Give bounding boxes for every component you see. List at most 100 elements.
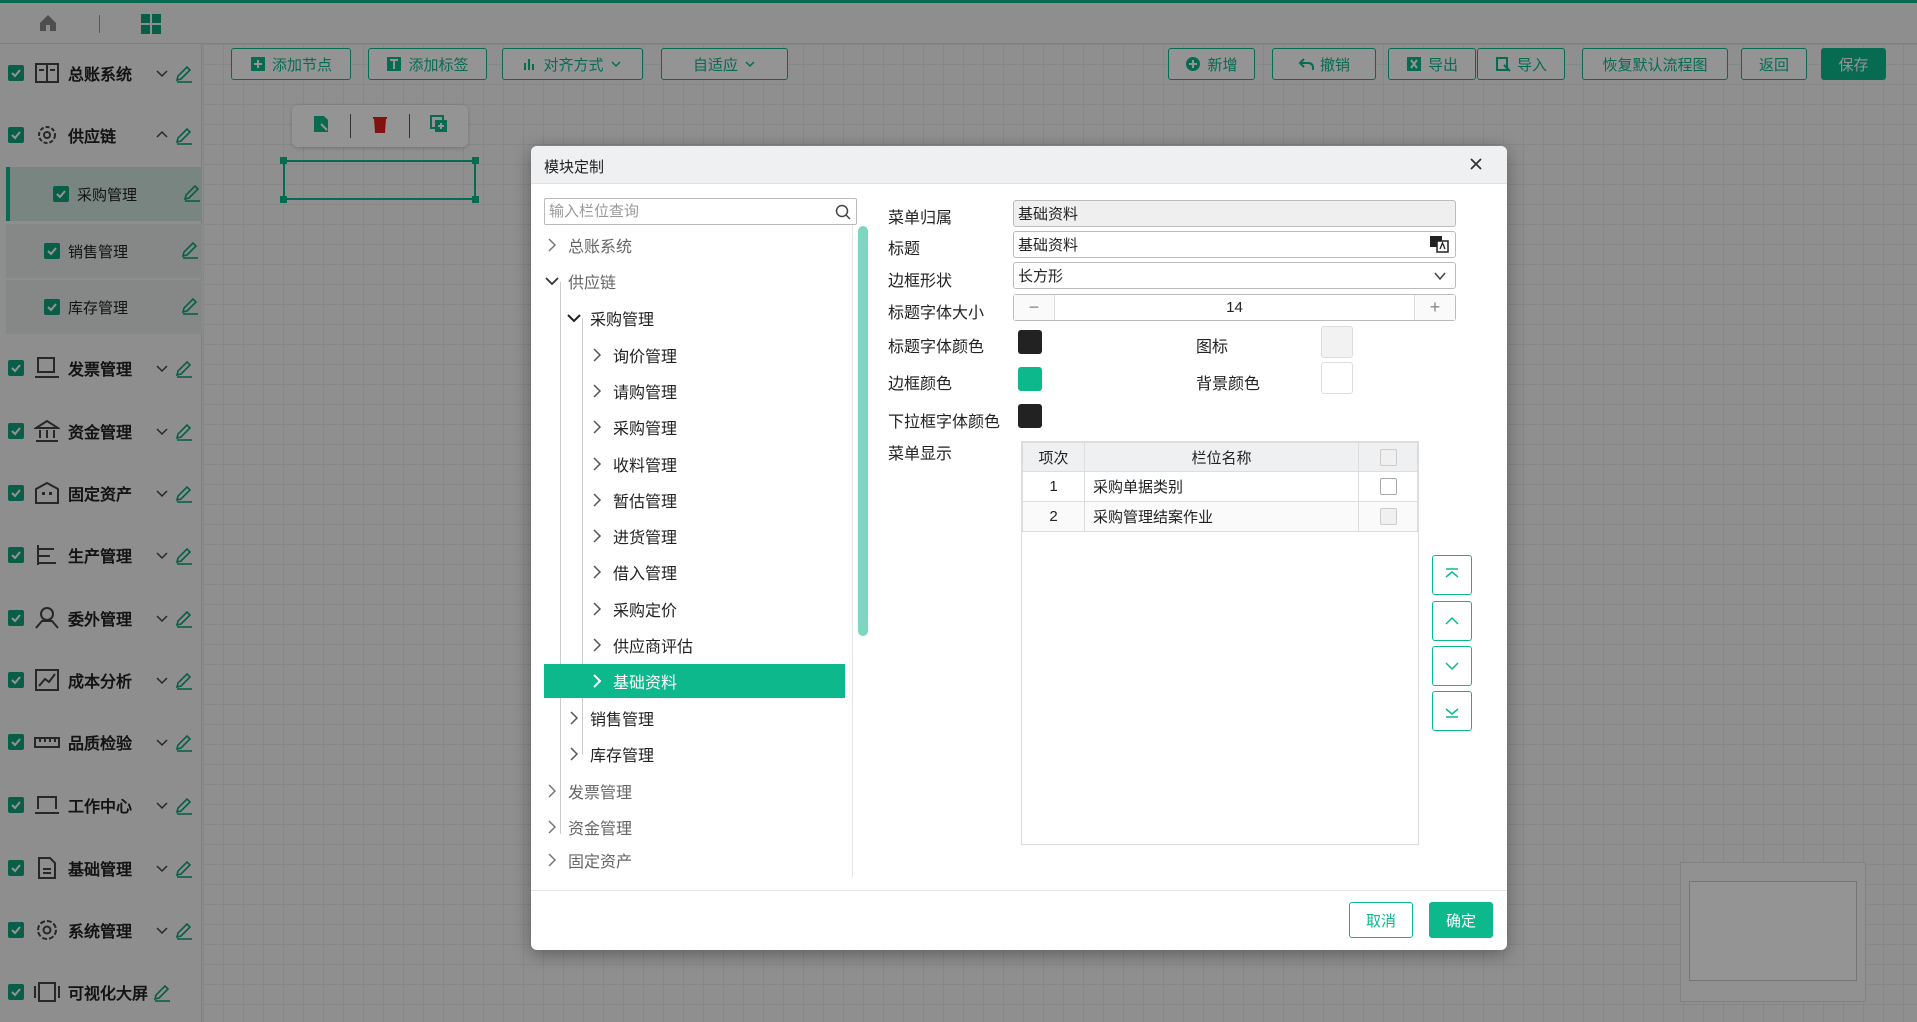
- row-checkbox[interactable]: [1379, 508, 1397, 526]
- table-row[interactable]: 1 采购单据类别: [1022, 471, 1418, 502]
- chevron-right-icon[interactable]: [544, 237, 560, 253]
- plus-icon[interactable]: +: [1415, 295, 1455, 320]
- select-all-checkbox[interactable]: [1379, 448, 1397, 466]
- tree-node-label: 采购管理: [613, 421, 678, 438]
- close-icon[interactable]: [1466, 154, 1486, 174]
- chevron-right-icon[interactable]: [589, 492, 605, 508]
- tree-node-label: 暂估管理: [613, 494, 678, 511]
- module-tree: 总账系统 供应链 采购管理 询价管理 请购管理 采购管理 收料管理 暂估管理: [544, 198, 868, 878]
- border-shape-value: 长方形: [1018, 268, 1064, 285]
- tree-scrollbar[interactable]: [858, 226, 868, 636]
- tree-node-label: 询价管理: [613, 349, 678, 366]
- dropdown-color-swatch[interactable]: [1018, 404, 1042, 428]
- row-checkbox[interactable]: [1379, 478, 1397, 496]
- row-index: 1: [1022, 471, 1085, 502]
- tree-node[interactable]: 借入管理: [589, 555, 854, 589]
- select-all-header[interactable]: [1358, 442, 1418, 472]
- table-row[interactable]: 2 采购管理结案作业: [1022, 501, 1418, 532]
- col-index-header[interactable]: 项次: [1022, 442, 1085, 472]
- tree-node[interactable]: 总账系统: [544, 228, 854, 262]
- menu-display-label: 菜单显示: [888, 446, 953, 463]
- row-name: 采购单据类别: [1084, 471, 1359, 502]
- tree-node[interactable]: 采购管理: [589, 410, 854, 444]
- chevron-right-icon[interactable]: [544, 852, 560, 868]
- move-bottom-icon: [1445, 708, 1459, 718]
- tree-node[interactable]: 资金管理: [544, 810, 854, 844]
- tree-node[interactable]: 进货管理: [589, 519, 854, 553]
- chevron-right-icon[interactable]: [566, 710, 582, 726]
- tree-node-label: 销售管理: [590, 712, 655, 729]
- chevron-down-icon[interactable]: [566, 310, 582, 326]
- chevron-right-icon[interactable]: [589, 673, 605, 689]
- tree-node[interactable]: 采购定价: [589, 592, 854, 626]
- chevron-right-icon[interactable]: [589, 601, 605, 617]
- chevron-down-icon: [1445, 662, 1459, 671]
- tree-guide-line: [560, 282, 561, 834]
- tree-node-label: 进货管理: [613, 530, 678, 547]
- chevron-down-icon[interactable]: [1433, 269, 1447, 287]
- tree-node-label: 固定资产: [568, 854, 633, 871]
- move-top-button[interactable]: [1432, 555, 1472, 595]
- tree-node-label: 总账系统: [568, 239, 633, 256]
- tree-node[interactable]: 请购管理: [589, 374, 854, 408]
- search-icon[interactable]: [835, 204, 851, 225]
- row-index: 2: [1022, 501, 1085, 532]
- tree-node[interactable]: 固定资产: [544, 847, 854, 873]
- font-size-stepper[interactable]: − 14 +: [1013, 294, 1456, 321]
- chevron-right-icon[interactable]: [589, 564, 605, 580]
- dropdown-color-label: 下拉框字体颜色: [888, 414, 1001, 431]
- chevron-right-icon[interactable]: [589, 347, 605, 363]
- tree-search-input[interactable]: [544, 198, 857, 225]
- border-color-swatch[interactable]: [1018, 367, 1042, 391]
- tree-node[interactable]: 销售管理: [566, 701, 854, 735]
- tree-node-label: 资金管理: [568, 821, 633, 838]
- module-customize-dialog: 模块定制 总账系统 供应链 采购管理 询价管理 请购管理: [531, 146, 1507, 950]
- title-value: 基础资料: [1018, 237, 1079, 254]
- chevron-right-icon[interactable]: [544, 819, 560, 835]
- tree-node[interactable]: 供应链: [544, 264, 854, 298]
- translate-icon[interactable]: [1429, 235, 1449, 257]
- move-up-button[interactable]: [1432, 601, 1472, 641]
- tree-node-label: 基础资料: [613, 675, 678, 692]
- move-down-button[interactable]: [1432, 646, 1472, 686]
- tree-node-label: 请购管理: [613, 385, 678, 402]
- cancel-button[interactable]: 取消: [1349, 902, 1413, 938]
- move-bottom-button[interactable]: [1432, 691, 1472, 731]
- tree-node-label: 供应商评估: [613, 639, 694, 656]
- font-size-value[interactable]: 14: [1054, 295, 1415, 320]
- chevron-right-icon[interactable]: [544, 783, 560, 799]
- chevron-right-icon[interactable]: [589, 637, 605, 653]
- tree-node[interactable]: 询价管理: [589, 338, 854, 372]
- tree-node[interactable]: 采购管理: [566, 301, 854, 335]
- chevron-right-icon[interactable]: [589, 383, 605, 399]
- tree-node[interactable]: 暂估管理: [589, 483, 854, 517]
- border-shape-select[interactable]: 长方形: [1013, 262, 1456, 289]
- tree-node-label: 收料管理: [613, 458, 678, 475]
- ok-button[interactable]: 确定: [1429, 902, 1493, 938]
- tree-node[interactable]: 库存管理: [566, 737, 854, 771]
- font-size-label: 标题字体大小: [888, 305, 985, 322]
- font-color-swatch[interactable]: [1018, 330, 1042, 354]
- border-color-label: 边框颜色: [888, 376, 953, 393]
- tree-node[interactable]: 发票管理: [544, 774, 854, 808]
- title-field[interactable]: 基础资料: [1013, 231, 1456, 258]
- tree-node-label: 采购管理: [590, 312, 655, 329]
- chevron-right-icon[interactable]: [566, 746, 582, 762]
- dialog-title: 模块定制: [544, 159, 605, 176]
- bg-color-swatch[interactable]: [1321, 362, 1353, 394]
- border-shape-label: 边框形状: [888, 273, 953, 290]
- tree-node-selected[interactable]: 基础资料: [544, 664, 845, 698]
- chevron-down-icon[interactable]: [544, 273, 560, 289]
- col-name-header[interactable]: 栏位名称: [1084, 442, 1359, 472]
- menu-owner-field: 基础资料: [1013, 200, 1456, 227]
- icon-picker[interactable]: [1321, 326, 1353, 358]
- chevron-right-icon[interactable]: [589, 456, 605, 472]
- menu-owner-label: 菜单归属: [888, 210, 953, 227]
- chevron-right-icon[interactable]: [589, 419, 605, 435]
- font-color-label: 标题字体颜色: [888, 339, 985, 356]
- tree-node[interactable]: 供应商评估: [589, 628, 854, 662]
- tree-node[interactable]: 收料管理: [589, 447, 854, 481]
- chevron-right-icon[interactable]: [589, 528, 605, 544]
- minus-icon[interactable]: −: [1014, 295, 1054, 320]
- dialog-header: 模块定制: [531, 146, 1507, 184]
